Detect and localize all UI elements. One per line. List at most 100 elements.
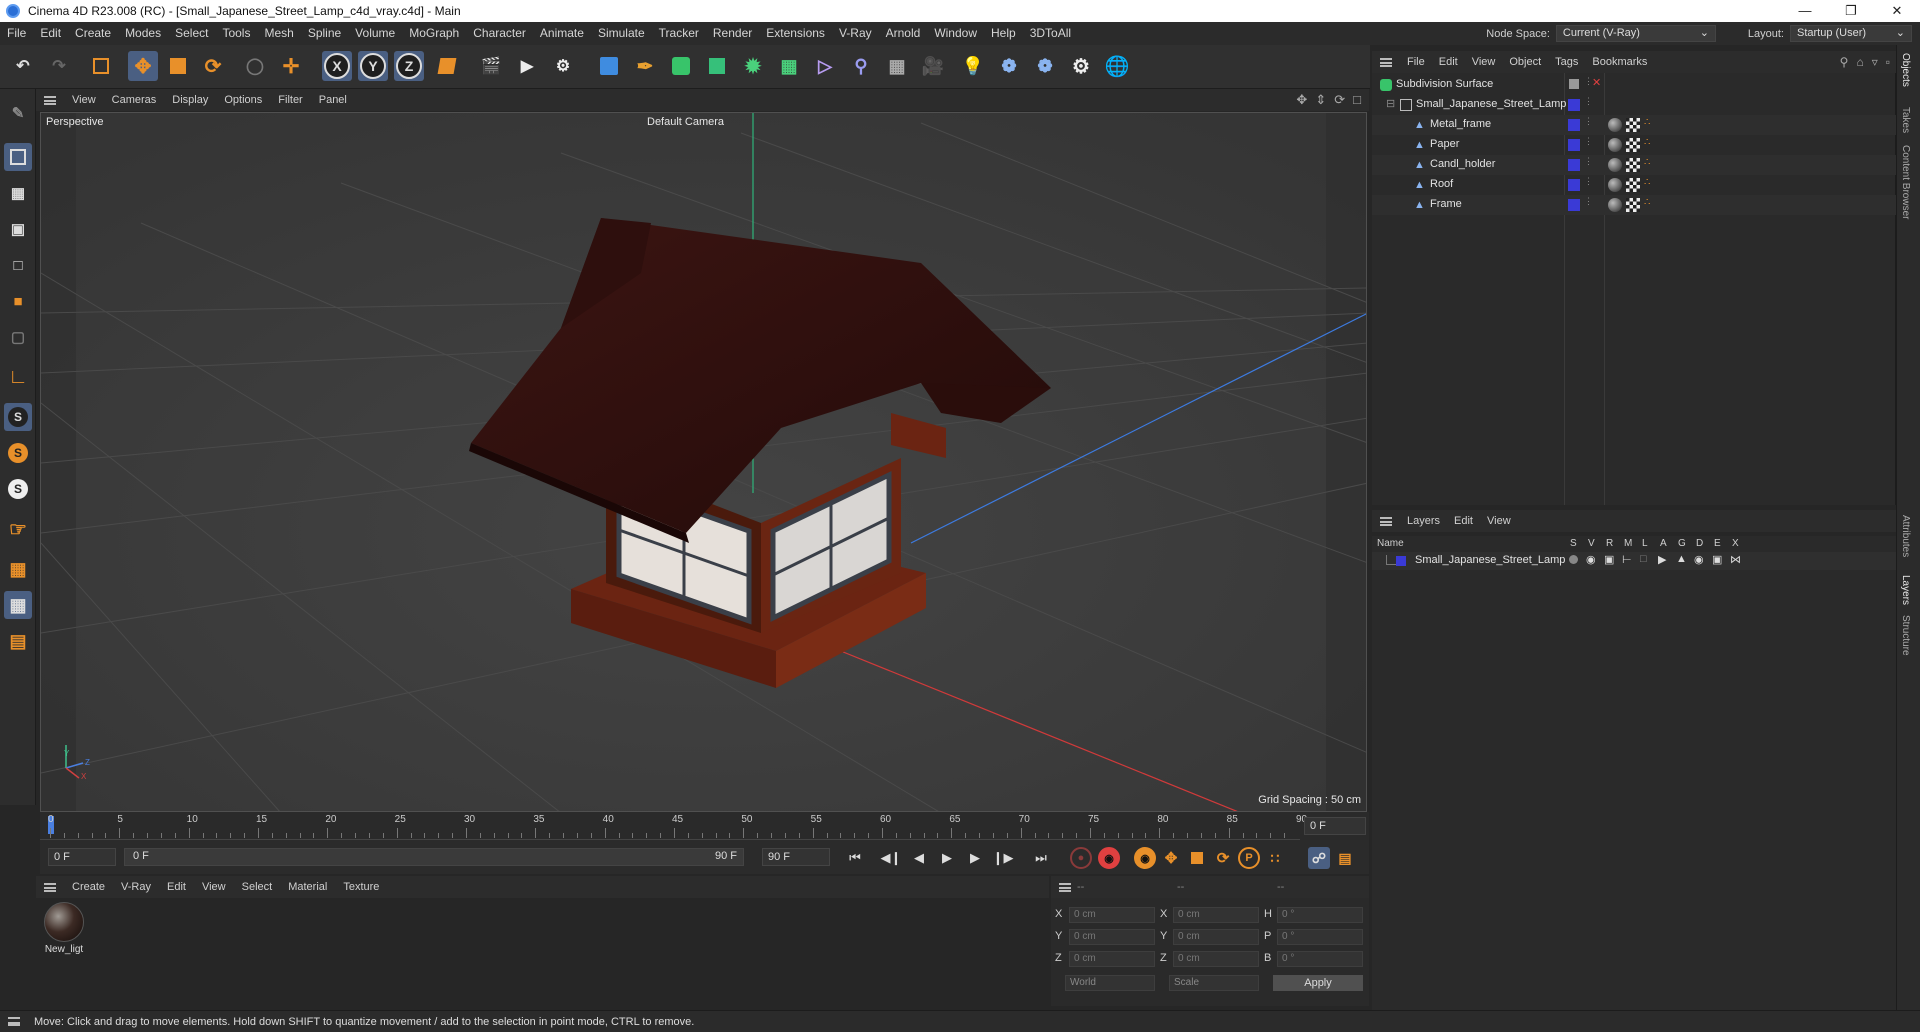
render-picture-viewer-button[interactable]: ▶ <box>512 51 542 81</box>
key-rotation-button[interactable]: ⟳ <box>1212 847 1234 869</box>
layers-menu-layers[interactable]: Layers <box>1400 515 1447 527</box>
render-clapper-icon[interactable]: ▣ <box>1604 553 1614 566</box>
edges-mode-button[interactable]: □ <box>4 251 32 279</box>
material-menu-vray[interactable]: V-Ray <box>113 881 159 893</box>
key-scale-button[interactable] <box>1186 847 1208 869</box>
menu-character[interactable]: Character <box>466 22 533 45</box>
tab-attributes[interactable]: Attributes <box>1900 515 1911 557</box>
animation-play-icon[interactable]: ▶ <box>1658 553 1666 566</box>
hamburger-icon[interactable] <box>44 882 56 892</box>
start-frame-field[interactable]: 0 F <box>48 848 116 866</box>
viewport-menu-panel[interactable]: Panel <box>311 94 355 106</box>
pos-y-field[interactable]: 0 cm <box>1069 929 1155 945</box>
material-tag-icon[interactable] <box>1608 138 1622 152</box>
coord-mode-dropdown[interactable]: World <box>1065 975 1155 991</box>
camera-label[interactable]: Default Camera <box>647 116 724 128</box>
menu-tracker[interactable]: Tracker <box>652 22 706 45</box>
hamburger-icon[interactable] <box>1380 516 1392 526</box>
workplane-button[interactable]: ▦ <box>4 555 32 583</box>
extrude-button[interactable] <box>702 51 732 81</box>
object-row-roof[interactable]: ▲ Roof ⋮ ∴ <box>1372 175 1896 195</box>
points-mode-button[interactable]: ▣ <box>4 215 32 243</box>
next-key-button[interactable]: ❙▶ <box>992 848 1014 868</box>
tab-layers[interactable]: Layers <box>1900 575 1911 605</box>
pos-z-field[interactable]: 0 cm <box>1069 951 1155 967</box>
material-tag-icon[interactable] <box>1608 118 1622 132</box>
current-frame-field[interactable]: 0 F <box>1304 817 1366 835</box>
menu-render[interactable]: Render <box>706 22 759 45</box>
layers-menu-view[interactable]: View <box>1480 515 1518 527</box>
layer-color-swatch[interactable] <box>1568 139 1580 151</box>
visibility-dots-icon[interactable]: ⋮ <box>1584 136 1593 147</box>
object-row-paper[interactable]: ▲ Paper ⋮ ∴ <box>1372 135 1896 155</box>
frame-range-slider[interactable]: 0 F 90 F <box>124 848 744 866</box>
deformer-button[interactable]: ▷ <box>810 51 840 81</box>
material-menu-view[interactable]: View <box>194 881 234 893</box>
uvw-tag-icon[interactable] <box>1626 138 1640 152</box>
motion-system-button[interactable]: ☍ <box>1308 847 1330 869</box>
menu-simulate[interactable]: Simulate <box>591 22 652 45</box>
model-mode-button[interactable] <box>4 143 32 171</box>
expression-icon[interactable]: ▣ <box>1712 553 1722 566</box>
python-script-button[interactable]: ❁ <box>1030 51 1060 81</box>
viewport-menu-filter[interactable]: Filter <box>270 94 310 106</box>
phong-tag-icon[interactable]: ∴ <box>1644 177 1650 188</box>
size-y-field[interactable]: 0 cm <box>1173 929 1259 945</box>
material-slot[interactable]: New_ligt <box>42 902 86 955</box>
dolly-view-icon[interactable]: ⇕ <box>1315 92 1326 108</box>
pos-x-field[interactable]: 0 cm <box>1069 907 1155 923</box>
go-to-end-button[interactable]: ⏭ <box>1030 848 1052 868</box>
filter-icon[interactable]: ▿ <box>1872 55 1878 69</box>
material-tag-icon[interactable] <box>1608 178 1622 192</box>
material-tag-icon[interactable] <box>1608 158 1622 172</box>
hamburger-icon[interactable] <box>44 95 56 105</box>
key-pla-button[interactable]: ∷ <box>1264 847 1286 869</box>
coordinate-system-button[interactable] <box>432 51 462 81</box>
menu-file[interactable]: File <box>0 22 33 45</box>
floor-button[interactable]: ▦ <box>882 51 912 81</box>
next-frame-button[interactable]: ▶ <box>964 848 986 868</box>
3d-viewport[interactable]: Perspective Default Camera Grid Spacing … <box>40 112 1367 812</box>
object-menu-bookmarks[interactable]: Bookmarks <box>1585 56 1654 68</box>
recent-tool-button[interactable]: ◯ <box>240 51 270 81</box>
rot-b-field[interactable]: 0 ° <box>1277 951 1363 967</box>
locked-workplane-button[interactable]: ▤ <box>4 627 32 655</box>
material-menu-create[interactable]: Create <box>64 881 113 893</box>
material-menu-select[interactable]: Select <box>234 881 281 893</box>
menu-mesh[interactable]: Mesh <box>257 22 300 45</box>
size-x-field[interactable]: 0 cm <box>1173 907 1259 923</box>
menu-arnold[interactable]: Arnold <box>879 22 928 45</box>
visibility-dots-icon[interactable]: ⋮ <box>1584 176 1593 187</box>
lock-icon[interactable]: □ <box>1640 553 1647 565</box>
menu-modes[interactable]: Modes <box>118 22 168 45</box>
vray-globe-button[interactable]: 🌐 <box>1102 51 1132 81</box>
cloner-button[interactable]: ✹ <box>738 51 768 81</box>
orbit-view-icon[interactable]: ⟳ <box>1334 92 1345 108</box>
layers-menu-edit[interactable]: Edit <box>1447 515 1480 527</box>
search-icon[interactable]: ⚲ <box>1840 55 1849 69</box>
eye-icon[interactable]: ◉ <box>1586 553 1596 566</box>
generator-icon[interactable]: ▲ <box>1676 553 1687 565</box>
tab-structure[interactable]: Structure <box>1900 615 1911 656</box>
tab-content-browser[interactable]: Content Browser <box>1900 145 1911 219</box>
end-frame-field[interactable]: 90 F <box>762 848 830 866</box>
lock-icon[interactable]: ▫ <box>1886 55 1890 69</box>
uvw-tag-icon[interactable] <box>1626 158 1640 172</box>
workplane-snap-button[interactable]: S <box>4 475 32 503</box>
maximize-button[interactable]: ❐ <box>1828 0 1874 22</box>
phong-tag-icon[interactable]: ∴ <box>1644 117 1650 128</box>
solo-toggle-icon[interactable] <box>1569 555 1578 564</box>
go-to-start-button[interactable]: ⏮ <box>844 848 866 868</box>
light-button[interactable]: 💡 <box>958 51 988 81</box>
object-row-subdivision-surface[interactable]: Subdivision Surface ⋮ ✕ <box>1372 75 1896 95</box>
y-axis-lock-button[interactable]: Y <box>358 51 388 81</box>
object-menu-view[interactable]: View <box>1465 56 1503 68</box>
pen-spline-button[interactable]: ✒ <box>630 51 660 81</box>
keyframe-selection-button[interactable]: ◉ <box>1134 847 1156 869</box>
layer-color-swatch[interactable] <box>1568 199 1580 211</box>
move-tool-button[interactable]: ✥ <box>128 51 158 81</box>
phong-tag-icon[interactable]: ∴ <box>1644 137 1650 148</box>
menu-mograph[interactable]: MoGraph <box>402 22 466 45</box>
key-position-button[interactable]: ✥ <box>1160 847 1182 869</box>
snap-button[interactable]: S <box>4 403 32 431</box>
